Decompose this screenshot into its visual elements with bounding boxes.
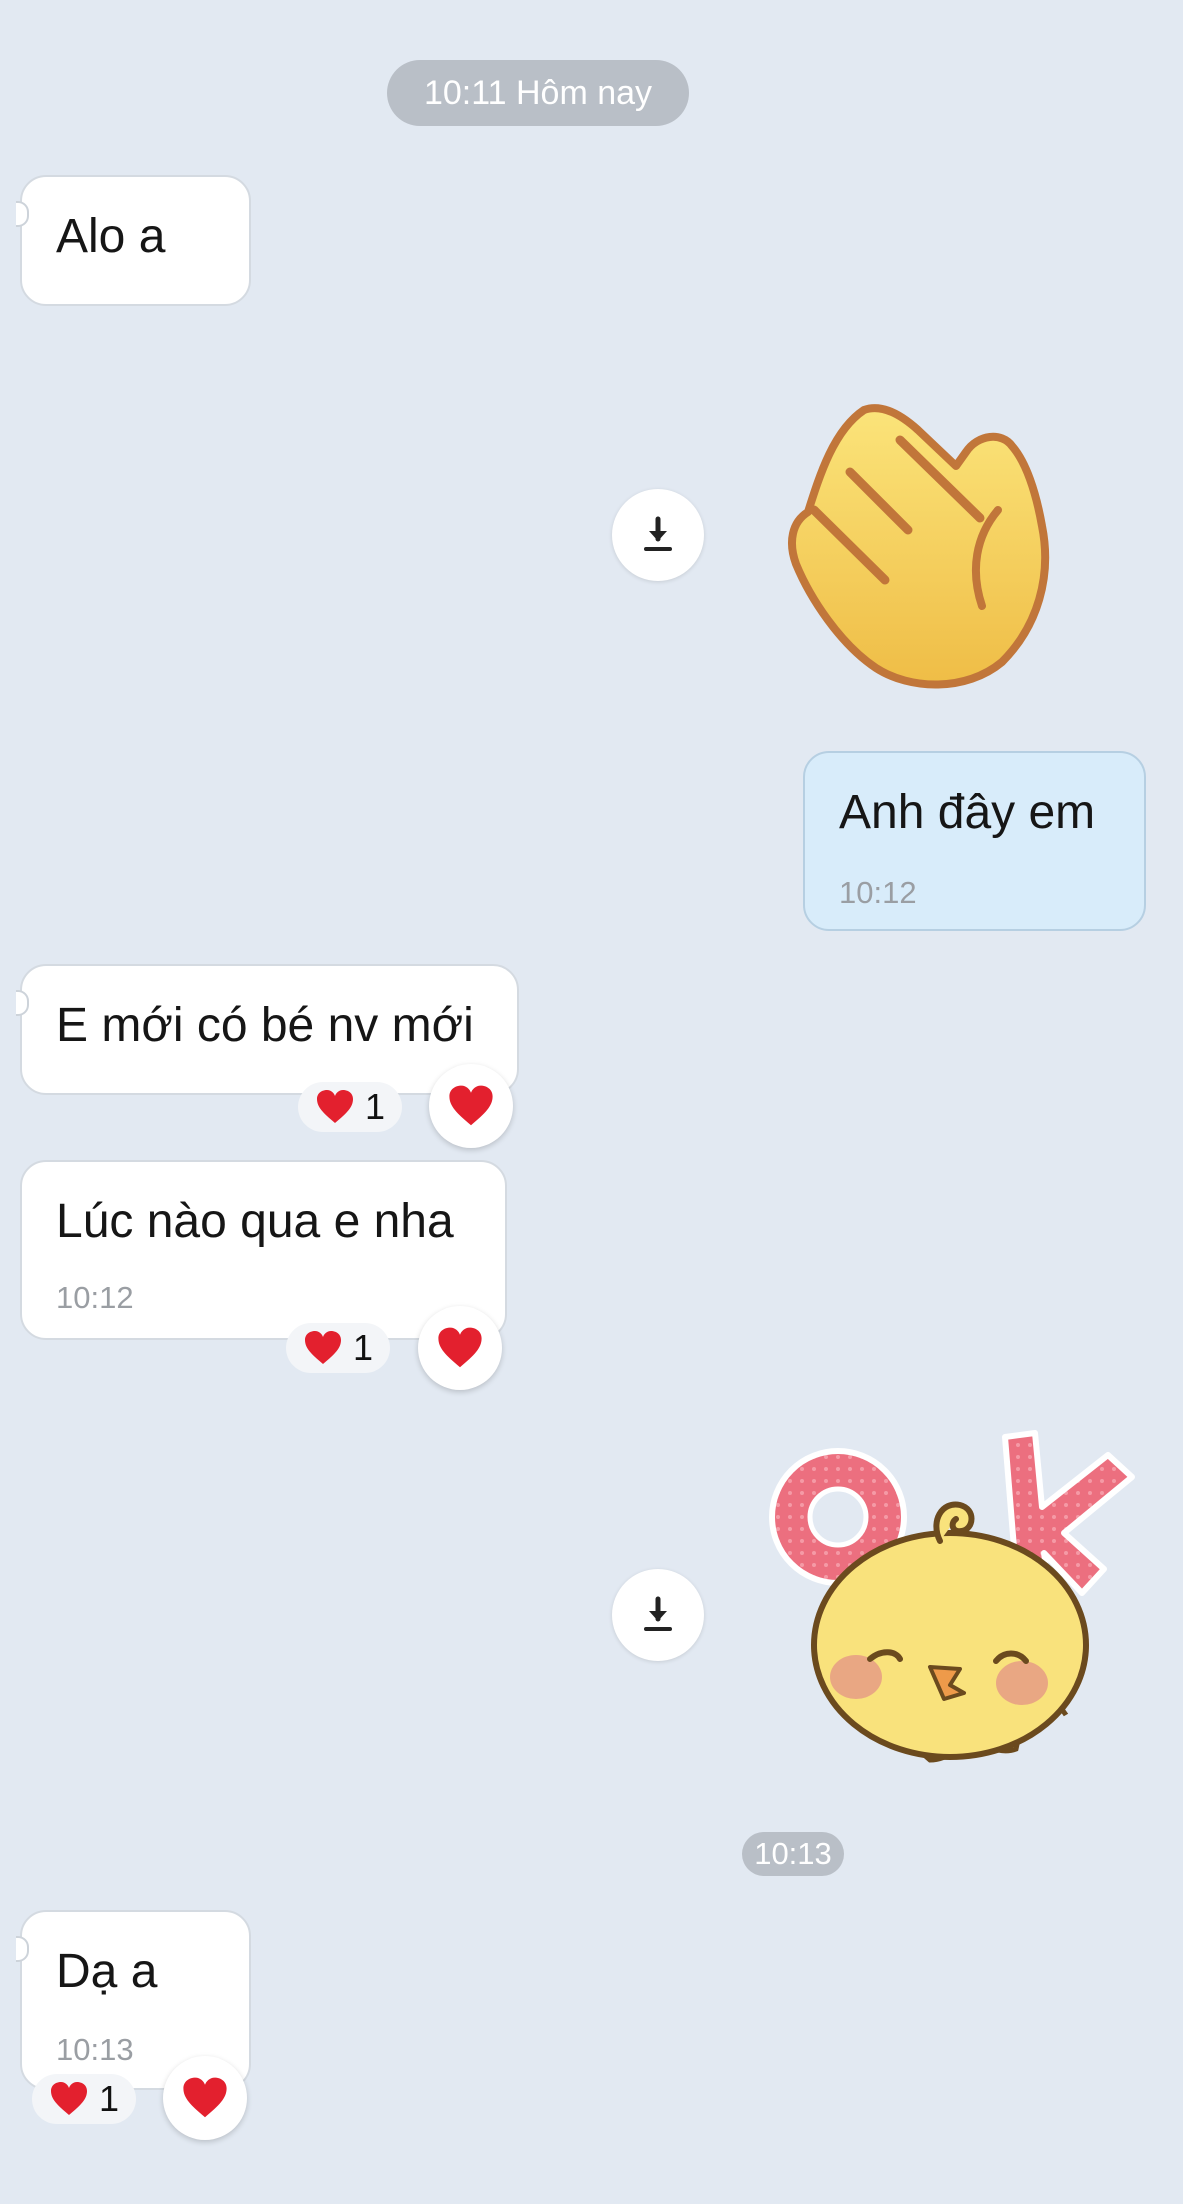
reaction-count: 1 bbox=[98, 2078, 120, 2119]
download-icon bbox=[644, 516, 672, 551]
reaction-count: 1 bbox=[364, 1086, 386, 1127]
waving-hand-sticker[interactable] bbox=[780, 400, 1100, 700]
message-text: E mới có bé nv mới bbox=[56, 999, 474, 1052]
message-time: 10:13 bbox=[56, 2032, 134, 2067]
time-separator-text: 10:13 bbox=[754, 1836, 832, 1871]
heart-icon bbox=[183, 2077, 227, 2118]
react-button[interactable] bbox=[429, 1064, 513, 1148]
heart-icon bbox=[50, 2082, 87, 2115]
message-time: 10:12 bbox=[839, 875, 917, 910]
reaction-count: 1 bbox=[352, 1327, 374, 1368]
message-text: Lúc nào qua e nha bbox=[56, 1195, 454, 1248]
sender-avatar[interactable] bbox=[16, 1936, 29, 1962]
react-button[interactable] bbox=[418, 1306, 502, 1390]
message-text: Alo a bbox=[56, 210, 166, 263]
message-text: Dạ a bbox=[56, 1945, 158, 1998]
sender-avatar[interactable] bbox=[16, 990, 29, 1016]
date-separator: 10:11 Hôm nay bbox=[387, 60, 689, 126]
download-button[interactable] bbox=[612, 489, 704, 581]
message-time: 10:12 bbox=[56, 1280, 134, 1315]
heart-icon bbox=[304, 1331, 341, 1364]
time-separator: 10:13 bbox=[742, 1832, 844, 1876]
sender-avatar[interactable] bbox=[16, 201, 29, 227]
download-button[interactable] bbox=[612, 1569, 704, 1661]
heart-icon bbox=[449, 1085, 493, 1126]
incoming-message-bubble[interactable]: Lúc nào qua e nha 10:12 bbox=[20, 1160, 507, 1340]
date-separator-text: 10:11 Hôm nay bbox=[423, 73, 653, 112]
sticker-text: OK bbox=[760, 1415, 762, 1416]
incoming-message-bubble[interactable]: Alo a bbox=[16, 175, 251, 306]
react-button[interactable] bbox=[163, 2056, 247, 2140]
download-icon bbox=[644, 1596, 672, 1631]
heart-icon bbox=[316, 1090, 353, 1123]
ok-chick-sticker[interactable]: OK bbox=[760, 1415, 1140, 1785]
reaction-summary[interactable]: 1 bbox=[286, 1323, 390, 1373]
message-text: Anh đây em bbox=[839, 786, 1096, 839]
outgoing-message-bubble[interactable]: Anh đây em 10:12 bbox=[803, 751, 1146, 931]
heart-icon bbox=[438, 1327, 482, 1368]
reaction-summary[interactable]: 1 bbox=[32, 2074, 136, 2124]
reaction-summary[interactable]: 1 bbox=[298, 1082, 402, 1132]
